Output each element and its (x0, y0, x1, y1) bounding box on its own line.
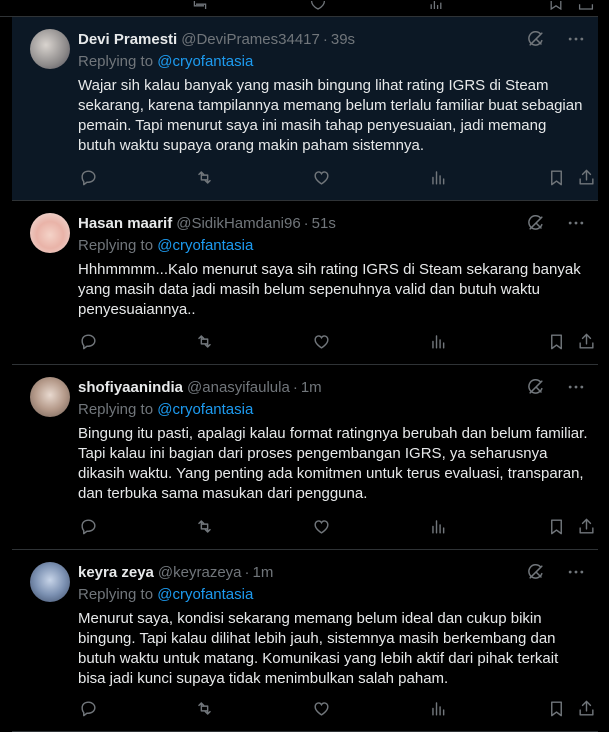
timestamp[interactable]: 1m (253, 564, 274, 581)
tweet-actions (78, 516, 598, 536)
tweet[interactable]: Devi Pramesti @DeviPrames34417 · 39s Rep… (12, 17, 598, 201)
tweet-actions (78, 167, 598, 187)
share-icon[interactable] (576, 167, 596, 187)
separator-dot: · (322, 30, 328, 48)
like-icon[interactable] (311, 698, 331, 718)
grok-icon[interactable] (526, 29, 546, 49)
more-icon[interactable] (566, 377, 586, 397)
scrollbar[interactable] (598, 0, 609, 732)
previous-tweet-actions (0, 0, 598, 17)
separator-dot: · (303, 214, 309, 232)
more-icon[interactable] (566, 29, 586, 49)
more-icon[interactable] (566, 562, 586, 582)
mention-link[interactable]: @cryofantasia (157, 237, 253, 254)
tweet-text: Menurut saya, kondisi sekarang memang be… (78, 610, 559, 687)
grok-icon[interactable] (526, 377, 546, 397)
retweet-icon[interactable] (194, 698, 214, 718)
bookmark-icon[interactable] (546, 167, 566, 187)
author-name[interactable]: Hasan maarif (78, 215, 172, 232)
tweet-text: Hhhmmmm...Kalo menurut saya sih rating I… (78, 261, 581, 318)
replying-to: Replying to @cryofantasia (78, 401, 253, 418)
retweet-icon[interactable] (194, 331, 214, 351)
replying-to-label: Replying to (78, 401, 158, 418)
replying-to-label: Replying to (78, 237, 158, 254)
retweet-icon[interactable] (194, 167, 214, 187)
author-handle[interactable]: @anasyifaulula (187, 379, 290, 396)
like-icon[interactable] (311, 331, 331, 351)
avatar[interactable] (30, 29, 70, 69)
tweet[interactable]: shofiyaanindia @anasyifaulula · 1m Reply… (12, 365, 598, 550)
like-icon[interactable] (311, 516, 331, 536)
reply-icon[interactable] (78, 167, 98, 187)
share-icon[interactable] (576, 331, 596, 351)
author-name[interactable]: keyra zeya (78, 564, 154, 581)
more-icon[interactable] (566, 213, 586, 233)
tweet[interactable]: Hasan maarif @SidikHamdani96 · 51s Reply… (12, 201, 598, 365)
author-handle[interactable]: @SidikHamdani96 (176, 215, 300, 232)
reply-icon[interactable] (78, 331, 98, 351)
views-icon[interactable] (428, 331, 448, 351)
share-icon[interactable] (576, 516, 596, 536)
avatar[interactable] (30, 377, 70, 417)
author-handle[interactable]: @keyrazeya (158, 564, 242, 581)
views-icon[interactable] (428, 167, 448, 187)
replying-to-label: Replying to (78, 53, 158, 70)
retweet-icon[interactable] (192, 0, 208, 10)
views-icon[interactable] (428, 0, 444, 10)
avatar[interactable] (30, 213, 70, 253)
bookmark-icon[interactable] (546, 331, 566, 351)
bookmark-icon[interactable] (548, 0, 564, 10)
reply-icon[interactable] (78, 516, 98, 536)
timestamp[interactable]: 51s (312, 215, 336, 232)
views-icon[interactable] (428, 516, 448, 536)
mention-link[interactable]: @cryofantasia (157, 53, 253, 70)
tweet-text: Wajar sih kalau banyak yang masih bingun… (78, 77, 583, 154)
author-name[interactable]: shofiyaanindia (78, 379, 183, 396)
timestamp[interactable]: 1m (301, 379, 322, 396)
replying-to: Replying to @cryofantasia (78, 237, 253, 254)
author-handle[interactable]: @DeviPrames34417 (181, 31, 320, 48)
like-icon[interactable] (311, 167, 331, 187)
author-name[interactable]: Devi Pramesti (78, 31, 177, 48)
avatar[interactable] (30, 562, 70, 602)
timestamp[interactable]: 39s (331, 31, 355, 48)
mention-link[interactable]: @cryofantasia (157, 586, 253, 603)
reply-icon[interactable] (78, 698, 98, 718)
tweet-text: Bingung itu pasti, apalagi kalau format … (78, 425, 588, 502)
replying-to: Replying to @cryofantasia (78, 586, 253, 603)
bookmark-icon[interactable] (546, 516, 566, 536)
separator-dot: · (292, 378, 298, 396)
tweet[interactable]: keyra zeya @keyrazeya · 1m Replying to @… (12, 550, 598, 732)
tweet-actions (78, 331, 598, 351)
grok-icon[interactable] (526, 562, 546, 582)
replying-to: Replying to @cryofantasia (78, 53, 253, 70)
mention-link[interactable]: @cryofantasia (157, 401, 253, 418)
share-icon[interactable] (576, 698, 596, 718)
grok-icon[interactable] (526, 213, 546, 233)
share-icon[interactable] (578, 0, 594, 10)
like-icon[interactable] (310, 0, 326, 10)
replying-to-label: Replying to (78, 586, 158, 603)
retweet-icon[interactable] (194, 516, 214, 536)
bookmark-icon[interactable] (546, 698, 566, 718)
views-icon[interactable] (428, 698, 448, 718)
tweet-actions (78, 698, 598, 718)
separator-dot: · (244, 563, 250, 581)
